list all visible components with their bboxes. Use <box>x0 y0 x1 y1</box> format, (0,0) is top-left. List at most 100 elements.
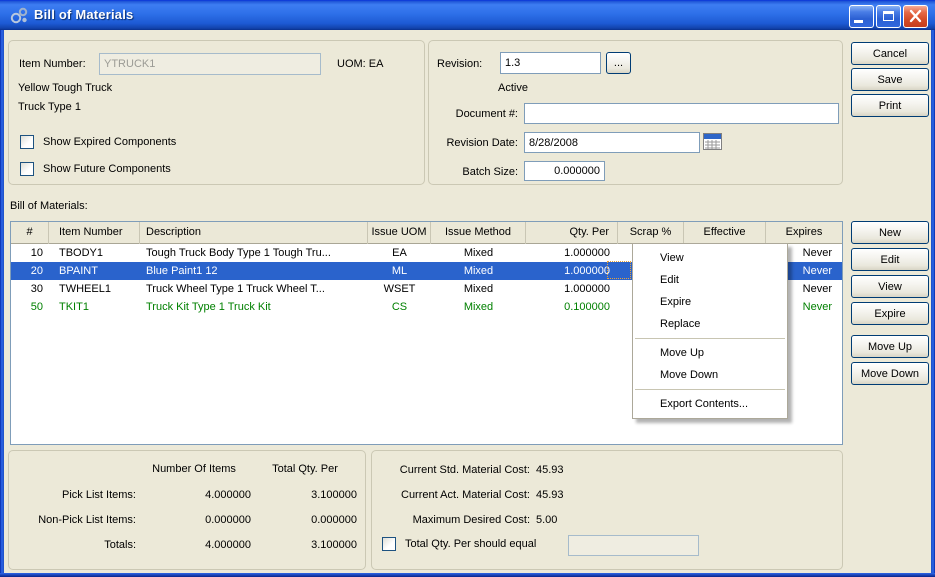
cell-description: Tough Truck Body Type 1 Tough Tru... <box>140 244 368 262</box>
col-header-description[interactable]: Description <box>140 222 368 244</box>
cancel-button[interactable]: Cancel <box>851 42 929 65</box>
close-button[interactable] <box>903 5 928 28</box>
cell-qty-per: 1.000000 <box>526 244 618 262</box>
number-of-items-header: Number Of Items <box>137 463 251 475</box>
window-frame-bottom <box>0 573 935 577</box>
cell-issue-uom: ML <box>368 262 431 280</box>
edit-button[interactable]: Edit <box>851 248 929 271</box>
col-header-expires[interactable]: Expires <box>766 222 842 244</box>
cell-item: TKIT1 <box>49 298 140 316</box>
titlebar: Bill of Materials <box>0 0 935 30</box>
focused-cell-outline <box>607 261 631 279</box>
cell-item: TWHEEL1 <box>49 280 140 298</box>
menu-item-view[interactable]: View <box>633 247 787 269</box>
close-icon <box>904 6 927 27</box>
cell-issue-method: Mixed <box>431 298 526 316</box>
cell-issue-method: Mixed <box>431 280 526 298</box>
bom-section-label: Bill of Materials: <box>10 200 88 213</box>
total-qty-equal-label[interactable]: Total Qty. Per should equal <box>405 538 536 551</box>
show-expired-checkbox[interactable] <box>20 135 34 149</box>
col-header-qty-per[interactable]: Qty. Per <box>526 222 618 244</box>
revision-panel: Revision: ... Active Document #: Revisio… <box>428 40 843 185</box>
totals-total: 3.100000 <box>253 539 357 552</box>
cell-num: 20 <box>11 262 49 280</box>
col-header-scrap[interactable]: Scrap % <box>618 222 684 244</box>
item-number-field[interactable] <box>99 53 321 75</box>
batch-size-field[interactable] <box>524 161 605 181</box>
non-pick-list-num: 0.000000 <box>137 514 251 527</box>
maximize-icon <box>883 11 894 21</box>
revision-status: Active <box>498 82 528 95</box>
total-qty-equal-field[interactable] <box>568 535 699 556</box>
menu-item-expire[interactable]: Expire <box>633 291 787 313</box>
revision-date-label: Revision Date: <box>437 137 518 150</box>
cell-description: Truck Kit Type 1 Truck Kit <box>140 298 368 316</box>
pick-list-items-label: Pick List Items: <box>9 489 136 502</box>
revision-date-field[interactable] <box>524 132 700 153</box>
total-qty-equal-checkbox[interactable] <box>382 537 396 551</box>
revision-browse-button[interactable]: ... <box>606 52 631 74</box>
current-act-cost-label: Current Act. Material Cost: <box>378 489 530 502</box>
total-qty-per-header: Total Qty. Per <box>253 463 357 475</box>
item-panel: Item Number: UOM: EA Yellow Tough Truck … <box>8 40 425 185</box>
totals-num: 4.000000 <box>137 539 251 552</box>
move-up-button[interactable]: Move Up <box>851 335 929 358</box>
print-button[interactable]: Print <box>851 94 929 117</box>
revision-label: Revision: <box>437 58 482 71</box>
window-title: Bill of Materials <box>34 7 133 22</box>
cell-qty-per: 1.000000 <box>526 280 618 298</box>
menu-item-edit[interactable]: Edit <box>633 269 787 291</box>
view-button[interactable]: View <box>851 275 929 298</box>
move-down-button[interactable]: Move Down <box>851 362 929 385</box>
show-expired-label[interactable]: Show Expired Components <box>43 136 176 149</box>
cell-item: TBODY1 <box>49 244 140 262</box>
cell-num: 10 <box>11 244 49 262</box>
gears-icon <box>10 6 29 25</box>
bom-table-header: # Item Number Description Issue UOM Issu… <box>11 222 842 244</box>
totals-label: Totals: <box>9 539 136 552</box>
max-desired-cost-label: Maximum Desired Cost: <box>378 514 530 527</box>
cell-num: 50 <box>11 298 49 316</box>
menu-separator <box>635 389 785 390</box>
batch-size-label: Batch Size: <box>437 166 518 179</box>
menu-item-replace[interactable]: Replace <box>633 313 787 335</box>
cell-issue-uom: EA <box>368 244 431 262</box>
cell-issue-uom: CS <box>368 298 431 316</box>
save-button[interactable]: Save <box>851 68 929 91</box>
menu-item-move-up[interactable]: Move Up <box>633 342 787 364</box>
maximize-button[interactable] <box>876 5 901 28</box>
calendar-button[interactable] <box>703 133 722 152</box>
max-desired-cost-value: 5.00 <box>536 514 557 527</box>
show-future-checkbox[interactable] <box>20 162 34 176</box>
cell-description: Truck Wheel Type 1 Truck Wheel T... <box>140 280 368 298</box>
item-description-line2: Truck Type 1 <box>18 101 81 114</box>
current-act-cost-value: 45.93 <box>536 489 564 502</box>
item-description-line1: Yellow Tough Truck <box>18 82 112 95</box>
non-pick-list-items-label: Non-Pick List Items: <box>9 514 136 527</box>
col-header-item[interactable]: Item Number <box>49 222 140 244</box>
current-std-cost-value: 45.93 <box>536 464 564 477</box>
non-pick-list-total: 0.000000 <box>253 514 357 527</box>
context-menu: View Edit Expire Replace Move Up Move Do… <box>632 243 788 419</box>
new-button[interactable]: New <box>851 221 929 244</box>
current-std-cost-label: Current Std. Material Cost: <box>378 464 530 477</box>
col-header-issue-uom[interactable]: Issue UOM <box>368 222 431 244</box>
cell-num: 30 <box>11 280 49 298</box>
uom-label: UOM: EA <box>337 58 383 71</box>
menu-item-export-contents[interactable]: Export Contents... <box>633 393 787 415</box>
menu-separator <box>635 338 785 339</box>
col-header-effective[interactable]: Effective <box>684 222 766 244</box>
minimize-button[interactable] <box>849 5 874 28</box>
document-field[interactable] <box>524 103 839 124</box>
cell-item: BPAINT <box>49 262 140 280</box>
show-future-label[interactable]: Show Future Components <box>43 163 171 176</box>
revision-field[interactable] <box>500 52 601 74</box>
bill-of-materials-window: Bill of Materials Item Number: UOM: EA Y… <box>0 0 935 577</box>
col-header-num[interactable]: # <box>11 222 49 244</box>
menu-item-move-down[interactable]: Move Down <box>633 364 787 386</box>
expire-button[interactable]: Expire <box>851 302 929 325</box>
pick-list-num: 4.000000 <box>137 489 251 502</box>
col-header-issue-method[interactable]: Issue Method <box>431 222 526 244</box>
cost-summary-panel: Current Std. Material Cost: 45.93 Curren… <box>371 450 843 570</box>
pick-list-total: 3.100000 <box>253 489 357 502</box>
